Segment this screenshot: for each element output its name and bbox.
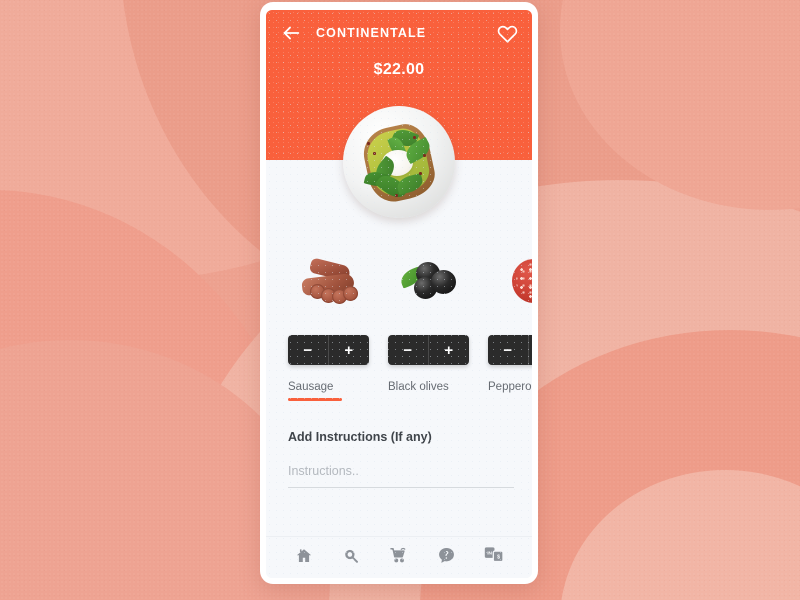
wallpaper-canvas: CONTINENTALE $22.00 − + Sausage − + Blac… <box>0 0 800 600</box>
instructions-heading: Add Instructions (If any) <box>288 430 432 444</box>
item-price: $22.00 <box>373 61 425 78</box>
plate-avocado-toast-egg-icon <box>343 106 455 218</box>
spice-fleck <box>395 194 398 197</box>
quantity-stepper: − + <box>388 335 469 365</box>
selected-indicator <box>288 398 342 401</box>
cart-icon <box>390 547 406 563</box>
spice-fleck <box>419 172 422 175</box>
nav-item-cart[interactable] <box>386 544 412 568</box>
ingredient-stepper-row: − + Sausage − + Black olives − Peppero <box>266 335 532 401</box>
ingredient-image-pepperoni <box>488 248 532 320</box>
instructions-input[interactable] <box>288 464 514 488</box>
search-icon <box>345 549 359 563</box>
ingredient-item-sausage: − + Sausage <box>288 335 388 401</box>
ingredient-icon-row <box>266 248 532 320</box>
top-bar: CONTINENTALE <box>266 10 532 56</box>
decrement-button[interactable]: − <box>488 335 529 365</box>
nav-item-home[interactable] <box>291 544 317 568</box>
spice-fleck <box>413 136 416 139</box>
pepperoni-icon <box>512 259 532 303</box>
ingredient-item-black-olives: − + Black olives <box>388 335 488 401</box>
quantity-stepper: − + <box>488 335 532 365</box>
bottom-navigation-bar: IN $ <box>266 536 532 578</box>
chat-help-icon <box>439 547 455 563</box>
nav-item-help[interactable] <box>434 544 460 568</box>
ingredient-item-pepperoni: − + Pepperoni <box>488 335 532 401</box>
spice-fleck <box>367 142 370 145</box>
instructions-section: Add Instructions (If any) <box>288 430 514 488</box>
cards-icon: IN $ <box>484 547 504 563</box>
spice-fleck <box>373 152 376 155</box>
black-olives-icon <box>431 270 456 294</box>
ingredient-image-black-olives <box>388 248 488 320</box>
ingredient-label[interactable]: Pepperoni <box>488 381 532 393</box>
decrement-button[interactable]: − <box>288 335 329 365</box>
back-arrow-icon[interactable] <box>280 22 302 44</box>
ingredient-label[interactable]: Sausage <box>288 381 388 393</box>
page-title: CONTINENTALE <box>316 26 427 40</box>
phone-screen: CONTINENTALE $22.00 − + Sausage − + Blac… <box>266 10 532 578</box>
ingredient-label[interactable]: Black olives <box>388 381 488 393</box>
svg-text:IN: IN <box>487 551 492 557</box>
nav-item-cards[interactable]: IN $ <box>481 544 507 568</box>
decrement-button[interactable]: − <box>388 335 429 365</box>
spice-fleck <box>423 154 426 157</box>
quantity-stepper: − + <box>288 335 369 365</box>
svg-text:$: $ <box>497 554 500 560</box>
increment-button[interactable]: + <box>329 335 370 365</box>
nav-item-search[interactable] <box>338 544 364 568</box>
heart-outline-icon[interactable] <box>497 23 518 44</box>
sausage-slice <box>343 286 358 301</box>
phone-mockup-frame: CONTINENTALE $22.00 − + Sausage − + Blac… <box>260 2 538 584</box>
home-icon <box>296 548 311 562</box>
increment-button[interactable]: + <box>429 335 470 365</box>
dish-image <box>343 106 455 218</box>
increment-button[interactable]: + <box>529 335 533 365</box>
ingredient-image-sausage <box>288 248 388 320</box>
